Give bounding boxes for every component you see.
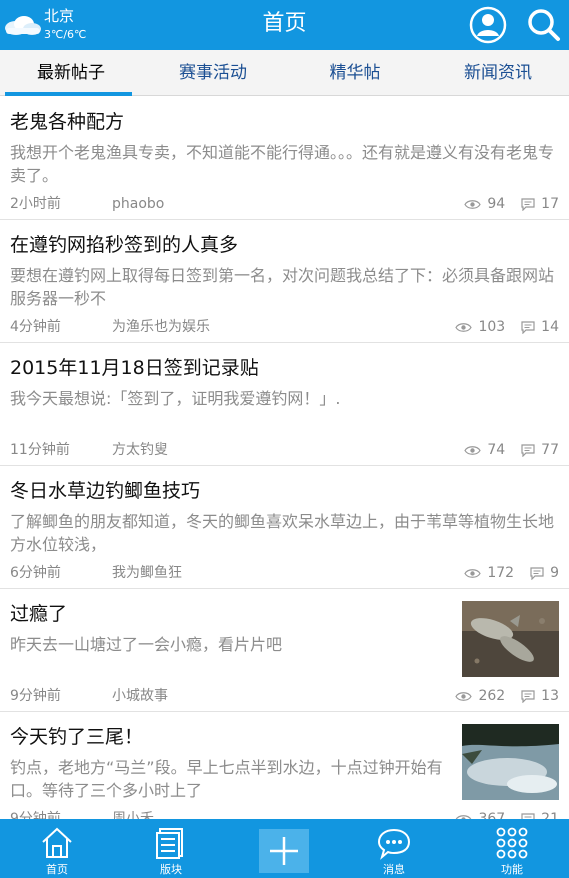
nav-label: 版块 bbox=[160, 863, 182, 876]
post-excerpt: 我想开个老鬼渔具专卖，不知道能不能行得通。。。还有就是遵义有没有老鬼专卖了。 bbox=[10, 143, 555, 185]
home-icon bbox=[42, 827, 72, 858]
post-thumbnail[interactable] bbox=[462, 601, 559, 677]
post-stats: 172 9 bbox=[464, 564, 559, 582]
post-excerpt: 要想在遵钓网上取得每日签到第一名，对次问题我总结了下：必须具备跟网站服务器一秒不 bbox=[10, 266, 555, 308]
comment-icon bbox=[521, 689, 535, 703]
comment-icon bbox=[521, 320, 535, 334]
nav-label: 消息 bbox=[383, 863, 405, 876]
post-time: 11分钟前 bbox=[10, 442, 70, 458]
user-icon bbox=[469, 6, 507, 44]
tab-featured[interactable]: 精华帖 bbox=[284, 50, 426, 96]
post-time: 2小时前 bbox=[10, 196, 61, 212]
tab-bar: 最新帖子 赛事活动 精华帖 新闻资讯 bbox=[0, 50, 569, 96]
nav-home[interactable]: 首页 bbox=[0, 819, 114, 878]
search-icon bbox=[528, 9, 560, 41]
post-item[interactable]: 2015年11月18日签到记录贴 我今天最想说:「签到了，证明我爱遵钓网！」. … bbox=[0, 343, 569, 466]
post-comment-count: 9 bbox=[550, 565, 559, 581]
grid-dots-icon bbox=[496, 827, 528, 859]
post-title: 过瘾了 bbox=[10, 603, 68, 625]
post-view-count: 172 bbox=[487, 565, 515, 581]
plus-icon bbox=[270, 837, 298, 865]
post-stats: 103 14 bbox=[455, 318, 559, 336]
nav-functions[interactable]: 功能 bbox=[455, 819, 569, 878]
tab-news[interactable]: 新闻资讯 bbox=[427, 50, 569, 96]
post-author: phaobo bbox=[112, 196, 165, 212]
active-tab-indicator bbox=[5, 92, 132, 96]
post-view-count: 74 bbox=[487, 442, 506, 458]
eye-icon bbox=[464, 445, 482, 455]
nav-boards[interactable]: 版块 bbox=[114, 819, 228, 878]
post-time: 9分钟前 bbox=[10, 688, 61, 704]
tab-events[interactable]: 赛事活动 bbox=[142, 50, 284, 96]
post-item[interactable]: 今天钓了三尾！ 钓点，老地方“马兰”段。早上七点半到水边，十点过钟开始有口。等待… bbox=[0, 712, 569, 835]
post-author: 方太钓叟 bbox=[112, 442, 168, 458]
post-title: 2015年11月18日签到记录贴 bbox=[10, 357, 259, 379]
post-title: 今天钓了三尾！ bbox=[10, 726, 144, 748]
post-comment-count: 17 bbox=[541, 196, 559, 212]
post-comment-count: 14 bbox=[541, 319, 559, 335]
search-button[interactable] bbox=[524, 5, 564, 45]
post-author: 小城故事 bbox=[112, 688, 168, 704]
user-button[interactable] bbox=[468, 5, 508, 45]
bottom-nav-bar: 首页 版块 消息 功能 bbox=[0, 819, 569, 878]
eye-icon bbox=[464, 568, 482, 578]
new-post-button[interactable] bbox=[259, 829, 309, 873]
eye-icon bbox=[455, 691, 473, 701]
tab-label: 精华帖 bbox=[329, 63, 381, 83]
post-stats: 262 13 bbox=[455, 687, 559, 705]
post-item[interactable]: 冬日水草边钓鲫鱼技巧 了解鲫鱼的朋友都知道，冬天的鲫鱼喜欢呆水草边上，由于苇草等… bbox=[0, 466, 569, 589]
post-view-count: 94 bbox=[487, 196, 506, 212]
post-item[interactable]: 在遵钓网掐秒签到的人真多 要想在遵钓网上取得每日签到第一名，对次问题我总结了下：… bbox=[0, 220, 569, 343]
post-author: 我为鲫鱼狂 bbox=[112, 565, 182, 581]
post-view-count: 262 bbox=[478, 688, 506, 704]
forum-board-icon bbox=[156, 828, 183, 859]
nav-messages[interactable]: 消息 bbox=[337, 819, 451, 878]
post-stats: 94 17 bbox=[464, 195, 559, 213]
comment-icon bbox=[530, 566, 544, 580]
nav-label: 首页 bbox=[46, 863, 68, 876]
nav-label: 功能 bbox=[501, 863, 523, 876]
post-excerpt: 钓点，老地方“马兰”段。早上七点半到水边，十点过钟开始有口。等待了三个多小时上了 bbox=[10, 758, 443, 800]
post-author: 为渔乐也为娱乐 bbox=[112, 319, 210, 335]
post-title: 老鬼各种配方 bbox=[10, 111, 125, 133]
post-time: 4分钟前 bbox=[10, 319, 61, 335]
message-bubble-icon bbox=[377, 828, 411, 860]
comment-icon bbox=[521, 443, 535, 457]
post-excerpt: 昨天去一山塘过了一会小瘾，看片片吧 bbox=[10, 635, 283, 654]
post-excerpt: 我今天最想说:「签到了，证明我爱遵钓网！」. bbox=[10, 389, 341, 408]
tab-label: 新闻资讯 bbox=[464, 63, 532, 83]
post-comment-count: 77 bbox=[541, 442, 559, 458]
post-title: 冬日水草边钓鲫鱼技巧 bbox=[10, 480, 201, 502]
post-item[interactable]: 老鬼各种配方 我想开个老鬼渔具专卖，不知道能不能行得通。。。还有就是遵义有没有老… bbox=[0, 97, 569, 220]
post-view-count: 103 bbox=[478, 319, 506, 335]
post-stats: 74 77 bbox=[464, 441, 559, 459]
tab-label: 赛事活动 bbox=[179, 63, 247, 83]
header-bar: 北京 3℃/6℃ 首页 bbox=[0, 0, 569, 50]
tab-latest-posts[interactable]: 最新帖子 bbox=[0, 50, 142, 96]
post-excerpt: 了解鲫鱼的朋友都知道，冬天的鲫鱼喜欢呆水草边上，由于苇草等植物生长地方水位较浅， bbox=[10, 512, 555, 554]
eye-icon bbox=[455, 322, 473, 332]
post-comment-count: 13 bbox=[541, 688, 559, 704]
tab-label: 最新帖子 bbox=[37, 63, 105, 83]
post-time: 6分钟前 bbox=[10, 565, 61, 581]
post-thumbnail[interactable] bbox=[462, 724, 559, 800]
eye-icon bbox=[464, 199, 482, 209]
post-item[interactable]: 过瘾了 昨天去一山塘过了一会小瘾，看片片吧 9分钟前 小城故事 262 13 bbox=[0, 589, 569, 712]
comment-icon bbox=[521, 197, 535, 211]
post-title: 在遵钓网掐秒签到的人真多 bbox=[10, 234, 239, 256]
